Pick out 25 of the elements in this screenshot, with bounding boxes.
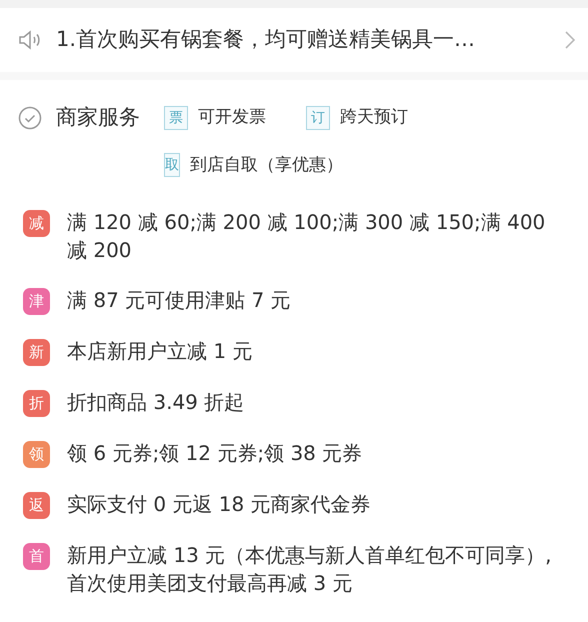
services-title: 商家服务 <box>56 104 140 131</box>
speaker-icon <box>18 30 42 50</box>
promo-text: 满 120 减 60;满 200 减 100;满 300 减 150;满 400 减 200 <box>67 209 546 264</box>
promo-text: 本店新用户立减 1 元 <box>67 338 252 365</box>
service-tag: 取 <box>164 153 180 178</box>
promo-badge: 领 <box>23 441 50 468</box>
promo-text: 领 6 元券;领 12 元券;领 38 元券 <box>67 440 362 467</box>
promo-text: 实际支付 0 元返 18 元商家代金券 <box>67 491 371 518</box>
promo-text: 折扣商品 3.49 折起 <box>67 389 244 416</box>
service-tag: 票 <box>164 106 188 130</box>
chevron-right-icon[interactable] <box>564 30 576 50</box>
notice-text: 1.首次购买有锅套餐，均可赠送精美锅具一… <box>56 26 476 54</box>
service-tag: 订 <box>306 106 330 130</box>
service-label: 到店自取（享优惠） <box>190 154 343 176</box>
promo-text: 满 87 元可使用津贴 7 元 <box>67 287 291 314</box>
service-label: 可开发票 <box>198 106 266 129</box>
promo-badge: 首 <box>23 543 50 570</box>
promo-badge: 减 <box>23 210 50 237</box>
promo-badge: 折 <box>23 390 50 417</box>
promo-badge: 新 <box>23 339 50 366</box>
service-label: 跨天预订 <box>340 106 408 129</box>
promo-badge: 返 <box>23 492 50 519</box>
check-circle-icon <box>18 106 42 130</box>
promo-text: 新用户立减 13 元（本优惠与新人首单红包不可同享）,首次使用美团支付最高再减 3 元 <box>67 542 552 597</box>
promo-badge: 津 <box>23 288 50 315</box>
